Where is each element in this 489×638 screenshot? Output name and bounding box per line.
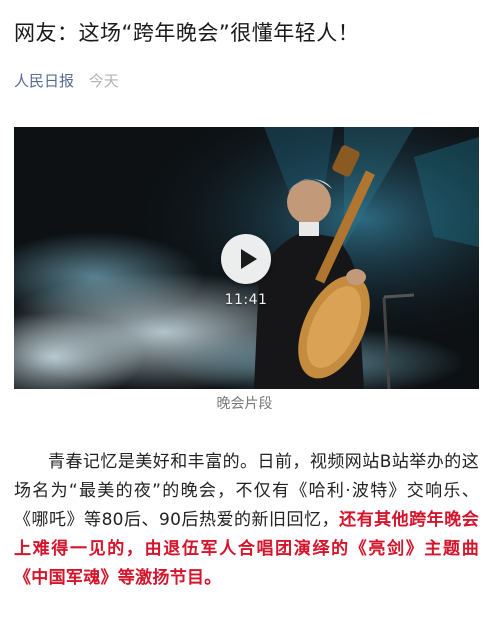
video-duration: 11:41 bbox=[224, 292, 268, 308]
play-button[interactable] bbox=[221, 234, 271, 284]
play-icon bbox=[241, 249, 257, 269]
publish-time: 今天 bbox=[88, 72, 119, 90]
video-player[interactable]: 11:41 bbox=[14, 127, 479, 389]
article-paragraph: 青春记忆是美好和丰富的。日前，视频网站B站举办的这场名为“最美的夜”的晚会，不仅… bbox=[14, 448, 479, 593]
source-link[interactable]: 人民日报 bbox=[14, 72, 74, 90]
video-caption: 晚会片段 bbox=[216, 396, 273, 412]
article-title: 网友：这场“跨年晚会”很懂年轻人！ bbox=[14, 21, 360, 45]
article-meta: 人民日报 今天 bbox=[14, 70, 119, 92]
